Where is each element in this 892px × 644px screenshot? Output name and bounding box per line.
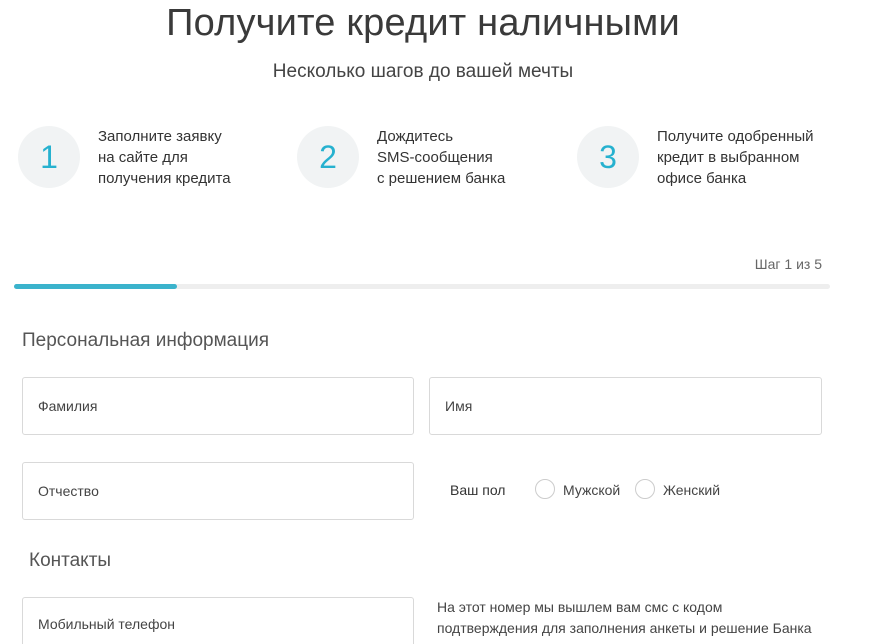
personal-info-title: Персональная информация bbox=[22, 330, 270, 351]
mobile-phone-field[interactable] bbox=[22, 597, 414, 644]
last-name-field[interactable] bbox=[22, 377, 414, 435]
step-number-1: 1 bbox=[18, 126, 80, 188]
phone-hint: На этот номер мы вышлем вам смс с кодом … bbox=[437, 599, 812, 636]
page-title: Получите кредит наличными bbox=[166, 2, 680, 44]
step-number-2: 2 bbox=[297, 126, 359, 188]
progress-bar-fill bbox=[14, 284, 178, 289]
gender-label: Ваш пол bbox=[450, 482, 506, 498]
radio-circle-icon[interactable] bbox=[535, 479, 555, 499]
step-1-text: Заполните заявку на сайте для получения … bbox=[98, 128, 231, 187]
contacts-title: Контакты bbox=[29, 550, 112, 571]
step-2-text: Дождитесь SMS-сообщения с решением банка bbox=[377, 128, 506, 187]
gender-male-label[interactable]: Мужской bbox=[563, 482, 620, 498]
step-counter: Шаг 1 из 5 bbox=[754, 256, 822, 272]
progress-bar bbox=[14, 284, 830, 289]
step-3-text: Получите одобренный кредит в выбранном о… bbox=[657, 128, 814, 187]
gender-female-label[interactable]: Женский bbox=[663, 482, 720, 498]
middle-name-field[interactable] bbox=[22, 462, 414, 520]
page-subtitle: Несколько шагов до вашей мечты bbox=[272, 61, 574, 82]
radio-circle-icon[interactable] bbox=[635, 479, 655, 499]
step-number-3: 3 bbox=[577, 126, 639, 188]
first-name-field[interactable] bbox=[429, 377, 822, 435]
